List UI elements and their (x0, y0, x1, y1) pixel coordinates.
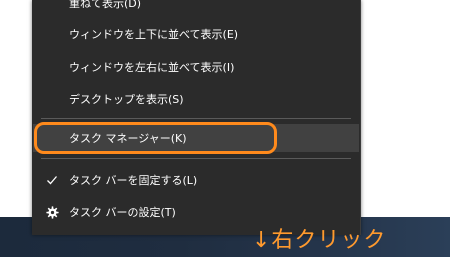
menu-item-label: ウィンドウを左右に並べて表示(I) (69, 61, 235, 74)
menu-item-label: デスクトップを表示(S) (69, 93, 184, 106)
menu-item-label: タスク バーを固定する(L) (69, 174, 198, 187)
checkmark-icon (43, 166, 61, 194)
gear-icon (43, 198, 61, 226)
screenshot-stage: 重ねて表示(D) ウィンドウを上下に並べて表示(E) ウィンドウを左右に並べて表… (0, 0, 450, 257)
menu-item-show-desktop[interactable]: デスクトップを表示(S) (33, 85, 359, 113)
highlight-callout (34, 122, 277, 154)
menu-item-stack-windows[interactable]: ウィンドウを上下に並べて表示(E) (33, 20, 359, 48)
menu-item-label: ウィンドウを上下に並べて表示(E) (69, 28, 239, 41)
taskbar-context-menu: 重ねて表示(D) ウィンドウを上下に並べて表示(E) ウィンドウを左右に並べて表… (32, 0, 361, 235)
menu-item-lock-taskbar[interactable]: タスク バーを固定する(L) (33, 166, 359, 194)
right-click-hint: ↓右クリック (252, 228, 387, 253)
menu-separator (41, 118, 351, 119)
menu-item-side-by-side-windows[interactable]: ウィンドウを左右に並べて表示(I) (33, 53, 359, 81)
menu-item-cascade-windows[interactable]: 重ねて表示(D) (33, 0, 359, 17)
menu-item-label: タスク バーの設定(T) (69, 206, 176, 219)
menu-separator (41, 158, 351, 159)
menu-item-label: 重ねて表示(D) (69, 0, 142, 10)
